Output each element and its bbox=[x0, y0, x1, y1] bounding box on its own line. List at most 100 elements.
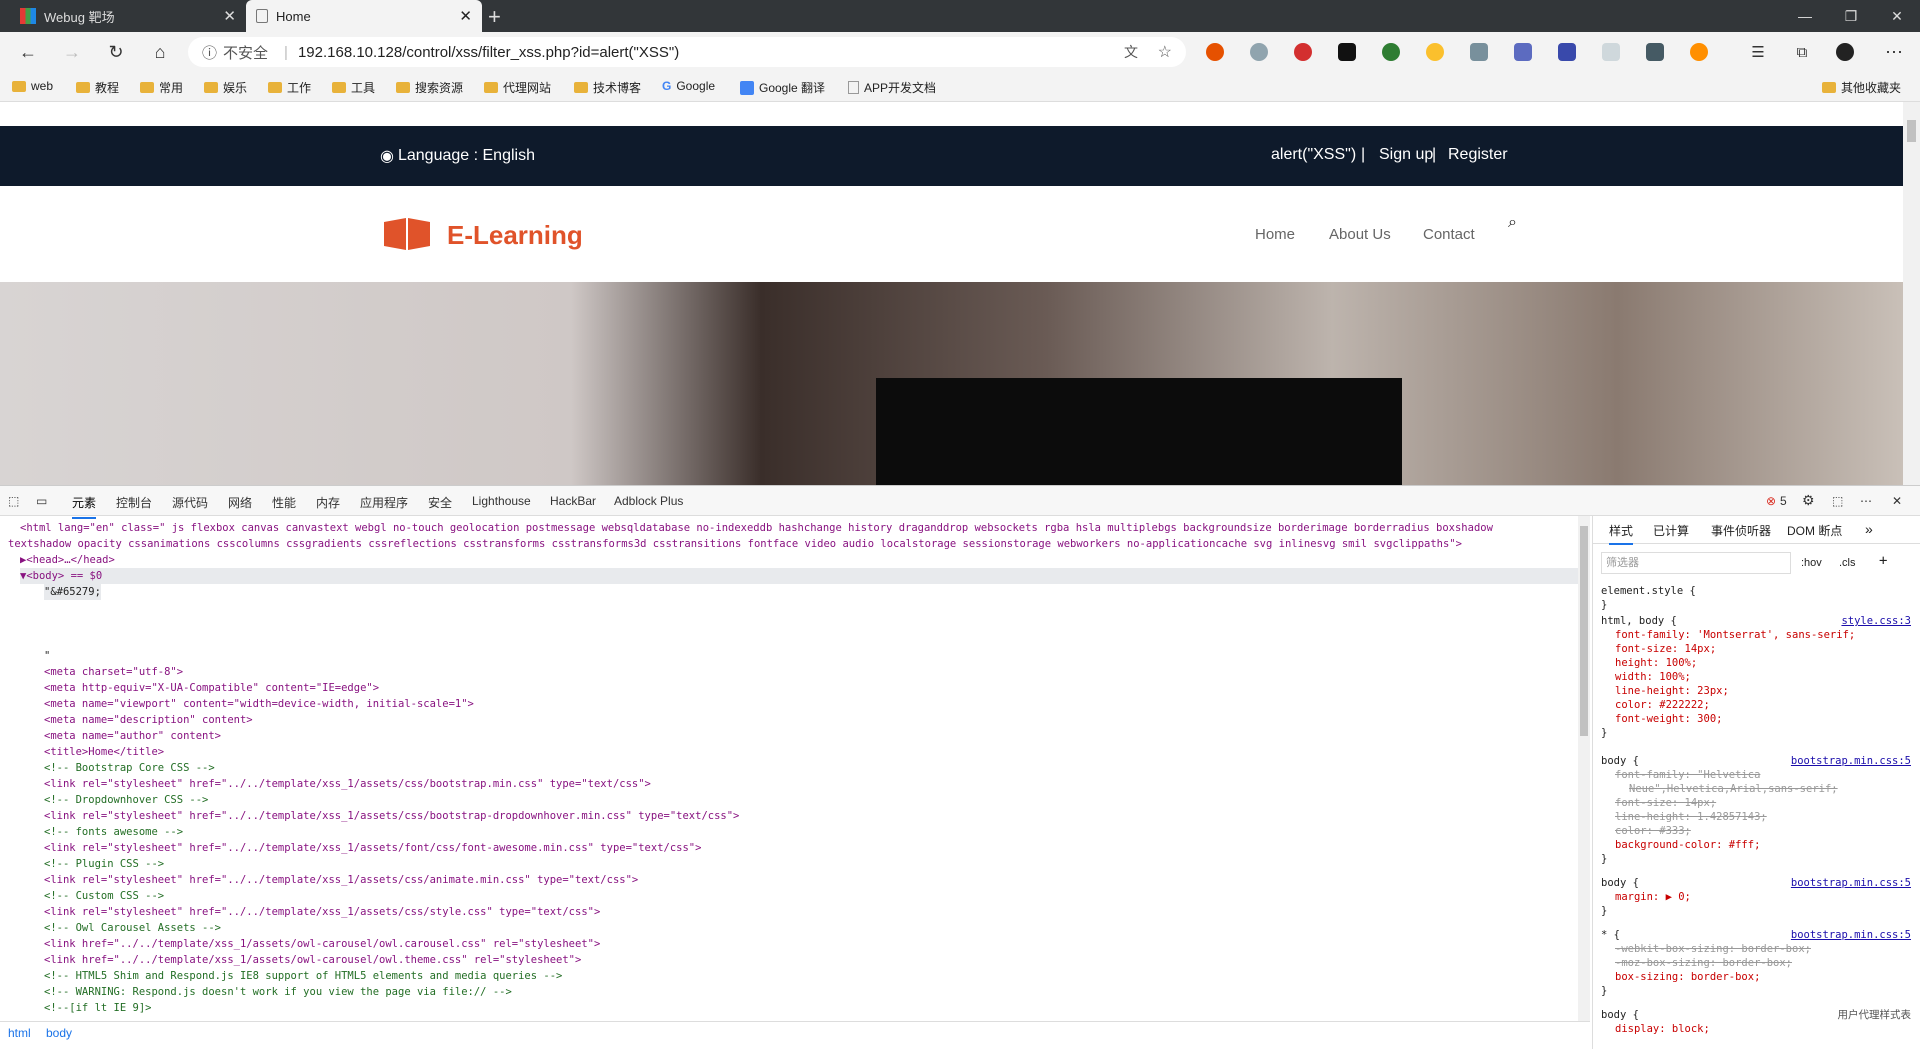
tab-network[interactable]: 网络 bbox=[228, 494, 252, 511]
tab-styles[interactable]: 样式 bbox=[1609, 524, 1634, 545]
adblock-icon[interactable] bbox=[1294, 43, 1312, 61]
nav-about[interactable]: About Us bbox=[1329, 226, 1391, 243]
elements-scrollbar[interactable] bbox=[1578, 516, 1590, 1021]
error-icon[interactable]: ⊗ bbox=[1766, 494, 1776, 508]
styles-filter-input[interactable]: 筛选器 bbox=[1601, 552, 1791, 574]
site-logo[interactable]: E-Learning bbox=[447, 220, 583, 251]
bookmark-tutorial[interactable]: 教程 bbox=[76, 79, 119, 96]
bookmark-entertainment[interactable]: 娱乐 bbox=[204, 79, 247, 96]
rule-source-link[interactable]: bootstrap.min.css:5 bbox=[1791, 928, 1911, 942]
code-line[interactable]: <link href="../../template/xss_1/assets/… bbox=[44, 936, 600, 952]
css-property-overridden[interactable]: font-size: 14px; bbox=[1615, 796, 1911, 810]
tab-event-listeners[interactable]: 事件侦听器 bbox=[1711, 524, 1771, 538]
code-line[interactable]: <meta name="viewport" content="width=dev… bbox=[44, 696, 474, 712]
feedback-icon[interactable]: ⬚ bbox=[1832, 494, 1843, 508]
css-property[interactable]: font-size: 14px; bbox=[1615, 642, 1911, 656]
code-line[interactable]: <link rel="stylesheet" href="../../templ… bbox=[44, 776, 651, 792]
home-icon[interactable]: ⌂ bbox=[146, 38, 174, 66]
forward-icon[interactable]: → bbox=[58, 38, 86, 66]
code-comment[interactable]: <!-- HTML5 Shim and Respond.js IE8 suppo… bbox=[44, 968, 562, 984]
paw-icon[interactable] bbox=[1382, 43, 1400, 61]
css-property[interactable]: color: #222222; bbox=[1615, 698, 1911, 712]
css-property[interactable]: background-color: #fff; bbox=[1615, 838, 1911, 852]
css-property[interactable]: height: 100%; bbox=[1615, 656, 1911, 670]
signup-link[interactable]: Sign up bbox=[1379, 146, 1433, 164]
css-property-overridden[interactable]: font-family: "Helvetica bbox=[1615, 768, 1911, 782]
bookmark-app-docs[interactable]: APP开发文档 bbox=[848, 79, 936, 96]
tab-hackbar[interactable]: HackBar bbox=[550, 494, 596, 508]
tab-sources[interactable]: 源代码 bbox=[172, 494, 208, 511]
code-comment[interactable]: <!-- Plugin CSS --> bbox=[44, 856, 164, 872]
extension-icon[interactable] bbox=[1206, 43, 1224, 61]
html-open-tag[interactable]: <html lang="en" class=" js flexbox canva… bbox=[20, 520, 1493, 536]
extension-icon[interactable] bbox=[1690, 43, 1708, 61]
tab-lighthouse[interactable]: Lighthouse bbox=[472, 494, 531, 508]
extension-icon[interactable] bbox=[1602, 43, 1620, 61]
url-text[interactable]: 192.168.10.128/control/xss/filter_xss.ph… bbox=[298, 44, 679, 61]
extension-icon[interactable] bbox=[1558, 43, 1576, 61]
code-comment[interactable]: <!-- Custom CSS --> bbox=[44, 888, 164, 904]
search-icon[interactable]: ⌕ bbox=[1508, 214, 1517, 232]
close-icon[interactable]: ✕ bbox=[459, 7, 472, 25]
code-line[interactable]: <link rel="stylesheet" href="../../templ… bbox=[44, 808, 739, 824]
bookmark-tools[interactable]: 工具 bbox=[332, 79, 375, 96]
tab-application[interactable]: 应用程序 bbox=[360, 494, 408, 511]
crumb-html[interactable]: html bbox=[8, 1026, 31, 1040]
tab-performance[interactable]: 性能 bbox=[272, 494, 296, 511]
text-node[interactable]: "&#65279; bbox=[44, 584, 101, 600]
nav-contact[interactable]: Contact bbox=[1423, 226, 1475, 243]
css-property[interactable]: margin: ▶ 0; bbox=[1615, 890, 1911, 904]
tab-memory[interactable]: 内存 bbox=[316, 494, 340, 511]
close-icon[interactable]: ✕ bbox=[223, 7, 236, 25]
back-icon[interactable]: ← bbox=[14, 38, 42, 66]
code-line[interactable]: <meta charset="utf-8"> bbox=[44, 664, 183, 680]
bookmark-proxy[interactable]: 代理网站 bbox=[484, 79, 551, 96]
css-property-overridden[interactable]: line-height: 1.42857143; bbox=[1615, 810, 1911, 824]
code-line[interactable]: <meta name="author" content> bbox=[44, 728, 221, 744]
rule-source-link[interactable]: bootstrap.min.css:5 bbox=[1791, 754, 1911, 768]
inspect-icon[interactable]: ⬚ bbox=[8, 494, 19, 508]
body-node[interactable]: ▼<body> == $0 bbox=[20, 568, 1578, 584]
head-node[interactable]: ▶<head>…</head> bbox=[20, 552, 115, 568]
address-bar[interactable]: ⓘ 不安全 | 192.168.10.128/control/xss/filte… bbox=[188, 37, 1186, 67]
css-property[interactable]: font-weight: 300; bbox=[1615, 712, 1911, 726]
more-icon[interactable]: ⋯ bbox=[1860, 494, 1872, 508]
page-scrollbar[interactable] bbox=[1903, 102, 1920, 485]
code-line[interactable]: <meta name="description" content> bbox=[44, 712, 253, 728]
register-link[interactable]: Register bbox=[1448, 146, 1508, 164]
restore-icon[interactable]: ❐ bbox=[1828, 0, 1874, 32]
code-comment[interactable]: <!-- WARNING: Respond.js doesn't work if… bbox=[44, 984, 512, 1000]
bookmark-google-translate[interactable]: Google 翻译 bbox=[740, 79, 825, 96]
star-icon[interactable]: ☆ bbox=[1158, 42, 1172, 62]
tab-home[interactable]: Home ✕ bbox=[246, 0, 482, 32]
code-line[interactable]: <link rel="stylesheet" href="../../templ… bbox=[44, 872, 638, 888]
css-property-overridden[interactable]: -webkit-box-sizing: border-box; bbox=[1615, 942, 1911, 956]
tab-dom-breakpoints[interactable]: DOM 断点 bbox=[1787, 524, 1842, 538]
extension-icon[interactable] bbox=[1426, 43, 1444, 61]
error-count[interactable]: 5 bbox=[1780, 494, 1787, 508]
extension-icon[interactable] bbox=[1470, 43, 1488, 61]
hov-button[interactable]: :hov bbox=[1801, 556, 1822, 570]
code-comment[interactable]: <!-- Dropdownhover CSS --> bbox=[44, 792, 208, 808]
html-open-tag-cont[interactable]: textshadow opacity cssanimations csscolu… bbox=[8, 536, 1462, 552]
code-comment[interactable]: <!-- fonts awesome --> bbox=[44, 824, 183, 840]
more-icon[interactable]: ⋯ bbox=[1880, 38, 1908, 66]
code-line[interactable]: <link rel="stylesheet" href="../../templ… bbox=[44, 904, 600, 920]
hackbar-icon[interactable] bbox=[1338, 43, 1356, 61]
favorites-icon[interactable]: ☰ bbox=[1744, 38, 1772, 66]
code-comment[interactable]: <!--[if lt IE 9]> bbox=[44, 1000, 151, 1016]
bookmark-common[interactable]: 常用 bbox=[140, 79, 183, 96]
tab-console[interactable]: 控制台 bbox=[116, 494, 152, 511]
scroll-thumb[interactable] bbox=[1580, 526, 1588, 736]
css-property[interactable]: font-family: 'Montserrat', sans-serif; bbox=[1615, 628, 1911, 642]
code-line[interactable]: <link href="../../template/xss_1/assets/… bbox=[44, 952, 581, 968]
chevron-right-icon[interactable]: » bbox=[1865, 522, 1873, 536]
code-comment[interactable]: <!-- Owl Carousel Assets --> bbox=[44, 920, 221, 936]
code-line[interactable]: <link rel="stylesheet" href="../../templ… bbox=[44, 840, 701, 856]
css-property[interactable]: display: block; bbox=[1615, 1022, 1911, 1036]
css-property-overridden[interactable]: -moz-box-sizing: border-box; bbox=[1615, 956, 1911, 970]
device-icon[interactable]: ▭ bbox=[36, 494, 47, 508]
tab-security[interactable]: 安全 bbox=[428, 494, 452, 511]
code-comment[interactable]: <!-- Bootstrap Core CSS --> bbox=[44, 760, 215, 776]
reload-icon[interactable]: ↻ bbox=[102, 38, 130, 66]
